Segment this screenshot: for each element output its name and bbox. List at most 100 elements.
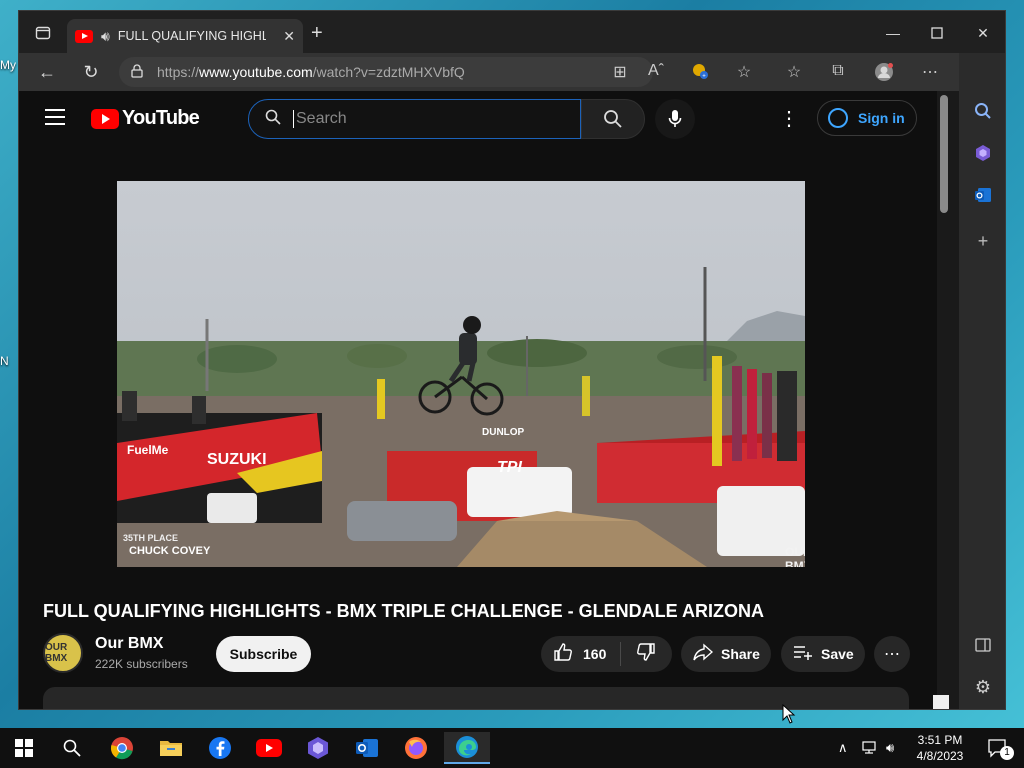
search-icon[interactable] xyxy=(971,99,995,123)
search-icon xyxy=(265,109,281,130)
outlook-icon[interactable] xyxy=(971,183,995,207)
thumbs-up-icon xyxy=(553,642,573,667)
close-tab-icon[interactable]: ✕ xyxy=(283,28,295,45)
app-hexagon-icon[interactable] xyxy=(298,732,338,764)
share-label: Share xyxy=(721,646,760,662)
video-banner-dunlop: DUNLOP xyxy=(482,427,525,438)
clock-date: 4/8/2023 xyxy=(916,749,964,763)
subscriber-count: 222K subscribers xyxy=(95,657,188,671)
video-overlay-place: 35TH PLACE xyxy=(123,533,179,543)
sidebar-settings-icon[interactable]: ⚙︎ xyxy=(971,675,995,699)
favorites-icon[interactable]: ☆ xyxy=(783,62,805,82)
hide-sidebar-icon[interactable] xyxy=(971,633,995,657)
channel-avatar[interactable]: OUR BMX xyxy=(43,633,83,673)
svg-text:+: + xyxy=(702,73,706,79)
video-watermark: OUR BMX xyxy=(785,545,805,567)
firefox-icon[interactable] xyxy=(396,732,436,764)
like-count: 160 xyxy=(583,646,607,662)
search-icon[interactable] xyxy=(52,732,92,764)
description-box[interactable] xyxy=(43,687,909,709)
network-icon[interactable] xyxy=(862,740,878,757)
save-button[interactable]: Save xyxy=(781,636,865,672)
desktop-icon-label[interactable]: My xyxy=(0,58,16,72)
video-player[interactable]: 35TH PLACE CHUCK COVEY OUR BMX FuelMe SU… xyxy=(117,181,805,567)
menu-icon[interactable] xyxy=(45,109,65,125)
address-bar[interactable]: https://www.youtube.com/watch?v=zdztMHXV… xyxy=(119,57,653,87)
system-clock[interactable]: 3:51 PM 4/8/2023 xyxy=(910,732,970,764)
edge-icon[interactable] xyxy=(444,732,490,764)
taskbar: ∧ 🔊︎ 3:51 PM 4/8/2023 1 xyxy=(0,728,1024,768)
collections-icon[interactable]: ⧉ xyxy=(827,62,849,80)
facebook-icon[interactable] xyxy=(200,732,240,764)
video-frame xyxy=(117,181,805,567)
settings-menu-icon[interactable]: ⋮ xyxy=(779,109,799,129)
share-button[interactable]: Share xyxy=(681,636,771,672)
vertical-scroll-thumb[interactable] xyxy=(940,95,948,213)
channel-name[interactable]: Our BMX xyxy=(95,635,163,653)
sign-in-button[interactable]: Sign in xyxy=(817,100,917,136)
scroll-corner xyxy=(933,695,949,709)
show-hidden-icons-icon[interactable]: ∧ xyxy=(838,740,848,756)
profile-avatar[interactable] xyxy=(873,62,895,87)
search-input[interactable] xyxy=(293,110,553,128)
search-button[interactable] xyxy=(581,99,645,139)
minimize-button[interactable]: — xyxy=(873,19,913,47)
subscribe-button[interactable]: Subscribe xyxy=(216,636,311,672)
youtube-play-icon xyxy=(91,108,119,129)
title-bar: 🔊︎ FULL QUALIFYING HIGHLIGHTS - BMX TRIP… xyxy=(19,11,1005,53)
back-icon[interactable]: ← xyxy=(33,59,61,85)
tab-title: FULL QUALIFYING HIGHLIGHTS - BMX TRIPLE … xyxy=(117,29,266,43)
notifications-icon[interactable]: 1 xyxy=(978,732,1018,764)
dislike-button[interactable] xyxy=(621,642,671,667)
like-button[interactable]: 160 xyxy=(541,642,621,666)
share-icon xyxy=(693,642,714,666)
youtube-logo[interactable]: YouTube xyxy=(91,107,200,130)
add-favorite-icon[interactable]: ☆ xyxy=(733,62,755,82)
refresh-icon[interactable]: ↻ xyxy=(77,59,105,85)
start-button[interactable] xyxy=(4,732,44,764)
video-title: FULL QUALIFYING HIGHLIGHTS - BMX TRIPLE … xyxy=(43,601,764,621)
youtube-page: YouTube ⋮ Sign in xyxy=(19,91,937,709)
speaker-icon[interactable]: 🔊︎ xyxy=(101,28,110,45)
chrome-icon[interactable] xyxy=(102,732,142,764)
search-box[interactable] xyxy=(248,99,581,139)
youtube-logo-text: YouTube xyxy=(122,107,200,129)
new-tab-button[interactable]: + xyxy=(311,23,323,43)
youtube-app-icon[interactable] xyxy=(249,732,289,764)
voice-search-button[interactable] xyxy=(655,99,695,139)
youtube-favicon-icon xyxy=(75,29,93,43)
video-banner-brand: SUZUKI xyxy=(207,451,267,468)
browser-tab[interactable]: 🔊︎ FULL QUALIFYING HIGHLIGHTS - BMX TRIP… xyxy=(67,19,303,53)
notification-count-badge: 1 xyxy=(1000,746,1014,760)
address-toolbar: ← ↻ https://www.youtube.com/watch?v=zdzt… xyxy=(19,53,1005,91)
tab-actions-icon[interactable] xyxy=(29,19,57,47)
coupons-icon[interactable]: + xyxy=(689,62,711,85)
shopping-icon[interactable] xyxy=(971,141,995,165)
save-label: Save xyxy=(821,646,854,662)
file-explorer-icon[interactable] xyxy=(151,732,191,764)
video-overlay-rider: CHUCK COVEY xyxy=(129,545,211,557)
more-options-icon[interactable]: ⋯ xyxy=(919,62,941,82)
volume-icon[interactable]: 🔊︎ xyxy=(886,740,894,756)
video-banner-tpi: TPI xyxy=(497,459,522,476)
app-available-icon[interactable]: ⊞ xyxy=(609,62,631,82)
browser-window: 🔊︎ FULL QUALIFYING HIGHLIGHTS - BMX TRIP… xyxy=(18,10,1006,710)
add-sidebar-app-icon[interactable]: + xyxy=(971,229,995,253)
outlook-icon[interactable] xyxy=(347,732,387,764)
lock-icon[interactable] xyxy=(131,63,143,81)
thumbs-down-icon xyxy=(637,642,655,661)
more-actions-icon[interactable]: ⋯ xyxy=(874,636,910,672)
add-to-playlist-icon xyxy=(793,644,813,665)
like-dislike-group: 160 xyxy=(541,636,672,672)
url-text: https://www.youtube.com/watch?v=zdztMHXV… xyxy=(157,64,465,80)
mouse-cursor-icon xyxy=(782,704,796,724)
desktop-icon-label[interactable]: N xyxy=(0,354,9,368)
video-banner-fuelme: FuelMe xyxy=(127,443,169,457)
sign-in-label: Sign in xyxy=(858,110,905,126)
clock-time: 3:51 PM xyxy=(917,733,963,747)
edge-sidebar: + ⚙︎ xyxy=(959,53,1005,709)
vertical-scrollbar[interactable] xyxy=(937,91,959,709)
maximize-button[interactable] xyxy=(917,19,957,47)
read-aloud-icon[interactable]: Aˆ xyxy=(645,62,667,80)
close-window-button[interactable]: ✕ xyxy=(963,19,1003,47)
